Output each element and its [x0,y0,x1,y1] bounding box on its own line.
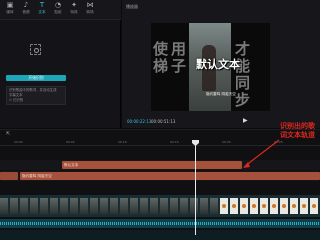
clip-label: 隐约雷鸣 阴霾天空 [22,174,52,178]
right-overlay-text: 才能同步 [235,40,254,109]
timeline-ruler[interactable]: 00:00 00:05 00:10 00:15 00:20 00:25 [0,139,320,146]
video-frame [120,198,128,214]
video-frame [50,198,58,214]
video-frame [280,198,288,214]
video-preview[interactable]: 使用梯子 才能同步 默认文本 隐约雷鸣 阴霾天空 [151,23,270,111]
video-frame [10,198,18,214]
lyrics-text-clip[interactable]: 隐约雷鸣 阴霾天空 [20,172,320,180]
clip-label: 默认文本 [64,163,79,167]
video-frame [0,198,8,214]
playhead-line[interactable] [195,143,196,235]
preview-title: 播放器 [126,4,138,9]
audio-track[interactable] [0,219,320,228]
toolbar-label: 音频 [22,10,30,14]
ruler-label: 00:25 [274,140,283,144]
video-frame [40,198,48,214]
bottom-track [0,230,320,240]
play-icon[interactable]: ▶ [243,117,248,124]
toolbar-label: 特效 [70,10,78,14]
media-icon: ▣ [6,1,14,9]
toolbar-media[interactable]: ▣ 媒体 [2,1,18,19]
video-frame [200,198,208,214]
sticker-icon: ◔ [54,1,62,9]
toolbar-audio[interactable]: ♪ 音频 [18,1,34,19]
start-recognize-button[interactable]: 开始识别 [6,75,66,81]
video-frame [210,198,218,214]
select-cursor-icon[interactable]: ⇱ [6,131,10,137]
ruler-label: 00:15 [170,140,179,144]
ruler-label: 00:10 [118,140,127,144]
timeline-toolbar: ⇱ [0,130,320,139]
toolbar-sticker[interactable]: ◔ 贴纸 [50,1,66,19]
video-frame [220,198,228,214]
default-subtitle-text[interactable]: 默认文本 [196,56,240,72]
ruler-label: 00:00 [14,140,23,144]
video-frame [190,198,198,214]
recognize-lyrics-icon [30,44,41,55]
video-frame [70,198,78,214]
effects-icon: ✦ [71,1,77,9]
top-toolbar: ▣ 媒体 ♪ 音频 T 文本 ◔ 贴纸 ✦ 特效 ⋈ 转场 [0,0,121,20]
toolbar-label: 媒体 [6,10,14,14]
video-frame [290,198,298,214]
video-track[interactable] [0,195,320,217]
total-timecode: 00:00:51:13 [151,119,176,124]
toolbar-label: 转场 [86,10,94,14]
audio-waveform [0,222,320,225]
video-frame [180,198,188,214]
video-frame [230,198,238,214]
toolbar-transition[interactable]: ⋈ 转场 [82,1,98,19]
video-frame [130,198,138,214]
video-frame [90,198,98,214]
toolbar-label: 贴纸 [54,10,62,14]
video-frame [100,198,108,214]
video-frame [250,198,258,214]
default-text-clip[interactable]: 默认文本 [62,161,242,169]
video-frame [80,198,88,214]
video-frame [300,198,308,214]
audio-icon: ♪ [23,1,29,9]
current-timecode: 00:00:22:13 [127,119,152,124]
lyric-subtitle-text: 隐约雷鸣 阴霾天空 [206,92,236,96]
left-overlay-text: 使用梯子 [153,40,190,75]
annotation-text: 识别出的歌词文本轨道 [280,122,315,139]
video-frame [60,198,68,214]
video-frame [170,198,178,214]
video-frame [160,198,168,214]
video-frame [140,198,148,214]
toolbar-effects[interactable]: ✦ 特效 [66,1,82,19]
video-frame [310,198,318,214]
video-frame [20,198,28,214]
transition-icon: ⋈ [86,1,94,9]
ruler-label: 00:05 [66,140,75,144]
text-icon: T [39,1,45,9]
video-frame [150,198,158,214]
info-line: ⊙ 已识别 [9,98,24,102]
video-frame [240,198,248,214]
video-frame [260,198,268,214]
media-panel: ▣ 媒体 ♪ 音频 T 文本 ◔ 贴纸 ✦ 特效 ⋈ 转场 开始识别 识别歌曲中… [0,0,121,128]
video-frame [270,198,278,214]
recognize-info-box: 识别歌曲中的歌词，并自动生成 字幕文本 ⊙ 已识别 [6,86,66,105]
lyrics-clip-start[interactable] [0,172,18,180]
toolbar-label: 文本 [38,10,46,14]
toolbar-text[interactable]: T 文本 [34,1,50,19]
ruler-label: 00:20 [222,140,231,144]
video-frame [110,198,118,214]
video-frame [30,198,38,214]
